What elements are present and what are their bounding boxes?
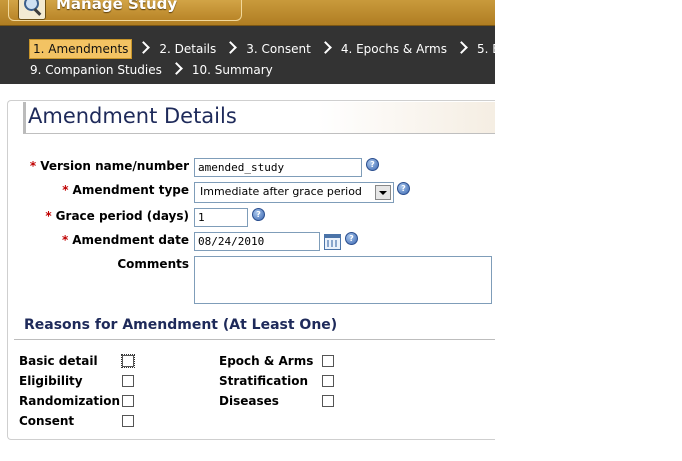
- version-label: * Version name/number: [30, 159, 189, 173]
- amendment-type-label: * Amendment type: [62, 183, 189, 197]
- grace-period-label: * Grace period (days): [45, 209, 189, 223]
- reason-checkbox-randomization[interactable]: [122, 395, 134, 407]
- reason-checkbox-basic-detail[interactable]: [121, 354, 135, 368]
- reason-checkbox-stratification[interactable]: [322, 375, 334, 387]
- help-icon[interactable]: ?: [397, 182, 410, 195]
- wizard-step-consent[interactable]: 3. Consent: [243, 39, 314, 59]
- reason-label-epoch-arms: Epoch & Arms: [219, 354, 314, 368]
- header-bar: Manage Study: [0, 0, 495, 26]
- grace-period-input[interactable]: 1: [194, 208, 248, 227]
- amendment-date-label-text: Amendment date: [72, 233, 189, 247]
- amendment-date-input[interactable]: 08/24/2010: [194, 232, 320, 251]
- reason-label-basic-detail: Basic detail: [19, 354, 98, 368]
- wizard-nav: 1. Amendments 2. Details 3. Consent 4. Epoc…: [0, 26, 495, 84]
- wizard-step-eligibility[interactable]: 5. El: [474, 39, 495, 59]
- required-marker: *: [45, 209, 52, 223]
- amendment-type-value: Immediate after grace period: [200, 185, 362, 198]
- help-icon[interactable]: ?: [252, 208, 265, 221]
- wizard-step-companion-studies[interactable]: 9. Companion Studies: [27, 60, 165, 80]
- reason-label-eligibility: Eligibility: [19, 374, 83, 388]
- reason-checkbox-epoch-arms[interactable]: [322, 355, 334, 367]
- reasons-heading: Reasons for Amendment (At Least One): [24, 317, 338, 333]
- help-icon[interactable]: ?: [345, 232, 358, 245]
- reason-label-stratification: Stratification: [219, 374, 308, 388]
- help-icon[interactable]: ?: [366, 158, 379, 171]
- reason-label-diseases: Diseases: [219, 394, 279, 408]
- panel-header: Amendment Details: [23, 102, 495, 134]
- reason-checkbox-diseases[interactable]: [322, 395, 334, 407]
- required-marker: *: [61, 233, 69, 247]
- chevron-down-icon[interactable]: [375, 185, 391, 200]
- wizard-nav-row-1: 1. Amendments 2. Details 3. Consent 4. Epoc…: [29, 39, 495, 59]
- comments-textarea[interactable]: [194, 256, 492, 304]
- amendment-type-label-text: Amendment type: [72, 183, 189, 197]
- chevron-right-icon: [455, 41, 468, 54]
- reason-label-randomization: Randomization: [19, 394, 121, 408]
- reason-checkbox-eligibility[interactable]: [122, 375, 134, 387]
- panel-title: Amendment Details: [28, 104, 237, 128]
- wizard-step-details[interactable]: 2. Details: [156, 39, 219, 59]
- comments-label: Comments: [117, 257, 189, 271]
- calendar-icon[interactable]: [324, 234, 341, 250]
- amendment-date-label: * Amendment date: [62, 233, 189, 247]
- amendment-type-select[interactable]: Immediate after grace period: [194, 182, 394, 203]
- wizard-step-amendments[interactable]: 1. Amendments: [29, 39, 133, 59]
- chevron-right-icon: [318, 41, 332, 54]
- required-marker: *: [62, 183, 69, 197]
- wizard-step-summary[interactable]: 10. Summary: [189, 60, 276, 80]
- wizard-step-epochs-arms[interactable]: 4. Epochs & Arms: [338, 39, 450, 59]
- chevron-right-icon: [224, 41, 238, 54]
- reason-label-consent: Consent: [19, 414, 75, 428]
- reason-checkbox-consent[interactable]: [122, 415, 134, 427]
- grace-period-label-text: Grace period (days): [55, 209, 189, 223]
- divider: [14, 339, 495, 340]
- page-title: Manage Study: [56, 0, 178, 13]
- wizard-nav-row-2: 9. Companion Studies 10. Summary: [27, 60, 276, 80]
- study-magnifier-icon: [18, 0, 46, 20]
- version-label-text: Version name/number: [40, 159, 189, 173]
- version-input[interactable]: amended_study: [194, 158, 362, 177]
- chevron-right-icon: [137, 41, 151, 54]
- required-marker: *: [29, 159, 37, 173]
- chevron-right-icon: [169, 62, 183, 75]
